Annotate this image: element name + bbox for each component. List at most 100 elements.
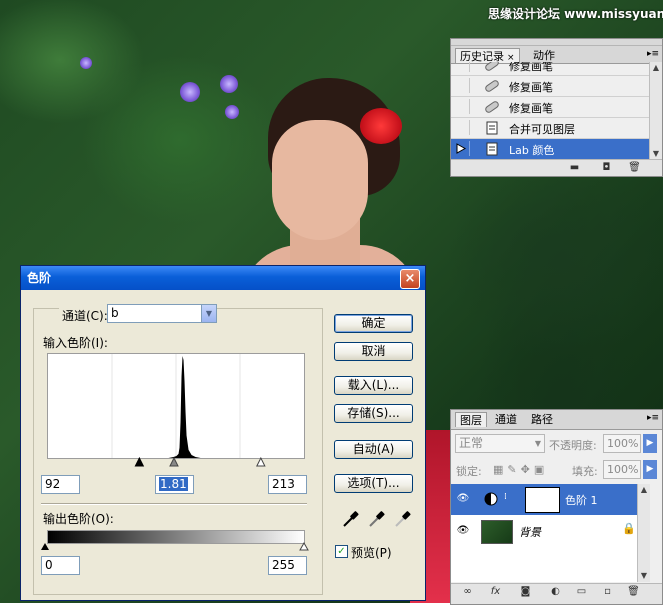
- layer-thumbnail[interactable]: [481, 520, 513, 544]
- trash-icon[interactable]: 🗑: [628, 162, 641, 173]
- white-point-slider[interactable]: [256, 456, 266, 467]
- close-icon[interactable]: ×: [400, 269, 420, 289]
- tab-layers[interactable]: 图层: [455, 412, 487, 427]
- load-button[interactable]: 载入(L)...: [334, 376, 413, 395]
- morning-glory-flower: [80, 57, 92, 69]
- document-icon: [486, 121, 498, 135]
- layer-name: 背景: [519, 526, 541, 539]
- opacity-label: 不透明度:: [549, 439, 597, 452]
- history-footer: ▬ ◘ 🗑: [451, 159, 662, 176]
- cancel-button[interactable]: 取消: [334, 342, 413, 361]
- fill-arrow-icon[interactable]: ▶: [643, 460, 657, 479]
- black-point-slider[interactable]: [134, 456, 145, 467]
- layers-scrollbar[interactable]: ▲ ▼: [637, 484, 650, 582]
- scroll-down-icon[interactable]: ▼: [638, 570, 650, 582]
- history-item-label: 合并可见图层: [509, 123, 575, 136]
- eye-icon[interactable]: 👁: [456, 524, 470, 538]
- chevron-down-icon[interactable]: ▼: [201, 305, 216, 322]
- link-icon[interactable]: ∞: [461, 586, 474, 597]
- tab-channels[interactable]: 通道: [491, 412, 521, 427]
- history-item[interactable]: 修复画笔: [451, 76, 650, 97]
- dialog-title: 色阶: [27, 271, 52, 285]
- gray-eyedropper-icon[interactable]: [367, 509, 385, 529]
- history-list: 修复画笔 修复画笔 修复画笔 合并可见图层 Lab 颜色 ▲ ▼: [451, 62, 662, 160]
- tab-paths[interactable]: 路径: [527, 412, 557, 427]
- save-button[interactable]: 存储(S)...: [334, 404, 413, 423]
- history-brush-slot[interactable]: [456, 141, 470, 156]
- history-scrollbar[interactable]: ▲ ▼: [649, 62, 662, 160]
- history-brush-slot[interactable]: [456, 62, 470, 72]
- watermark: 思缘设计论坛 www.missyuan.com: [488, 7, 663, 21]
- new-layer-icon[interactable]: ▫: [601, 586, 614, 597]
- histogram: [47, 353, 305, 459]
- group-icon[interactable]: ▭: [575, 586, 588, 597]
- history-brush-slot[interactable]: [456, 120, 470, 135]
- black-eyedropper-icon[interactable]: [341, 509, 359, 529]
- lock-position-icon[interactable]: ✥: [521, 463, 534, 476]
- output-sliders: [41, 542, 309, 551]
- history-item-label: Lab 颜色: [509, 144, 555, 157]
- ok-button[interactable]: 确定: [334, 314, 413, 333]
- layer-row[interactable]: 👁 背景 🔒: [451, 516, 650, 547]
- new-document-icon[interactable]: ◘: [600, 162, 613, 173]
- output-white-slider[interactable]: [299, 542, 309, 551]
- morning-glory-flower: [180, 82, 200, 102]
- levels-dialog: 色阶 × 通道(C): b ▼ 输入色阶(I): 92 1.81 213 输出色…: [20, 265, 426, 601]
- auto-button[interactable]: 自动(A): [334, 440, 413, 459]
- channel-select[interactable]: b ▼: [107, 304, 217, 323]
- lock-icons: ▦✎✥▣: [493, 463, 548, 476]
- preview-checkbox[interactable]: ✓: [335, 545, 348, 558]
- eye-icon[interactable]: 👁: [456, 492, 470, 506]
- gamma-slider[interactable]: [169, 456, 179, 467]
- history-item[interactable]: 修复画笔: [451, 62, 650, 76]
- blend-mode-value: 正常: [459, 436, 484, 450]
- lock-all-icon[interactable]: ▣: [534, 463, 548, 476]
- layer-mask-thumbnail[interactable]: [525, 487, 560, 513]
- panel-menu-icon[interactable]: ▸≡: [647, 49, 659, 59]
- chevron-down-icon: ▼: [534, 439, 541, 448]
- history-item[interactable]: 合并可见图层: [451, 118, 650, 139]
- channel-label: 通道(C):: [59, 307, 111, 324]
- tab-actions[interactable]: 动作: [529, 48, 559, 63]
- tab-history[interactable]: 历史记录 ×: [455, 48, 520, 63]
- opacity-field[interactable]: 100%: [603, 434, 641, 453]
- input-black-field[interactable]: 92: [41, 475, 80, 494]
- dialog-titlebar[interactable]: 色阶 ×: [21, 266, 425, 290]
- input-gamma-field[interactable]: 1.81: [155, 475, 194, 494]
- new-snapshot-icon[interactable]: ▬: [568, 162, 581, 173]
- scroll-up-icon[interactable]: ▲: [638, 484, 650, 496]
- output-black-field[interactable]: 0: [41, 556, 80, 575]
- lock-pixels-icon[interactable]: ✎: [507, 463, 520, 476]
- history-brush-slot[interactable]: [456, 99, 470, 114]
- mask-icon[interactable]: ◙: [519, 586, 532, 597]
- history-item-selected[interactable]: Lab 颜色: [451, 139, 650, 160]
- trash-icon[interactable]: 🗑: [627, 586, 640, 597]
- history-item-label: 修复画笔: [509, 81, 553, 94]
- input-levels-label: 输入色阶(I):: [43, 336, 108, 350]
- history-brush-slot[interactable]: [456, 78, 470, 93]
- blend-mode-select[interactable]: 正常 ▼: [455, 434, 545, 453]
- layers-footer: ∞ fx ◙ ◐ ▭ ▫ 🗑: [451, 583, 662, 604]
- levels-adjustment-icon: [484, 492, 498, 506]
- fill-field[interactable]: 100%: [603, 460, 641, 479]
- panel-grip[interactable]: [451, 39, 662, 46]
- opacity-arrow-icon[interactable]: ▶: [643, 434, 657, 453]
- lock-transparency-icon[interactable]: ▦: [493, 463, 507, 476]
- red-hair-flower: [360, 108, 402, 144]
- history-item[interactable]: 修复画笔: [451, 97, 650, 118]
- chain-link-icon[interactable]: ⁞: [504, 492, 507, 502]
- output-white-field[interactable]: 255: [268, 556, 307, 575]
- white-eyedropper-icon[interactable]: [393, 509, 411, 529]
- input-white-field[interactable]: 213: [268, 475, 307, 494]
- lock-icon: 🔒: [622, 522, 636, 535]
- layer-row-selected[interactable]: 👁 ⁞ 色阶 1: [451, 484, 650, 515]
- panel-menu-icon[interactable]: ▸≡: [647, 413, 659, 423]
- output-black-slider[interactable]: [41, 543, 49, 550]
- fx-icon[interactable]: fx: [489, 586, 502, 597]
- scroll-up-icon[interactable]: ▲: [650, 62, 662, 74]
- histogram-grid: [111, 354, 241, 458]
- divider: [41, 503, 307, 505]
- options-button[interactable]: 选项(T)...: [334, 474, 413, 493]
- adjustment-icon[interactable]: ◐: [549, 586, 562, 597]
- history-item-label: 修复画笔: [509, 62, 553, 73]
